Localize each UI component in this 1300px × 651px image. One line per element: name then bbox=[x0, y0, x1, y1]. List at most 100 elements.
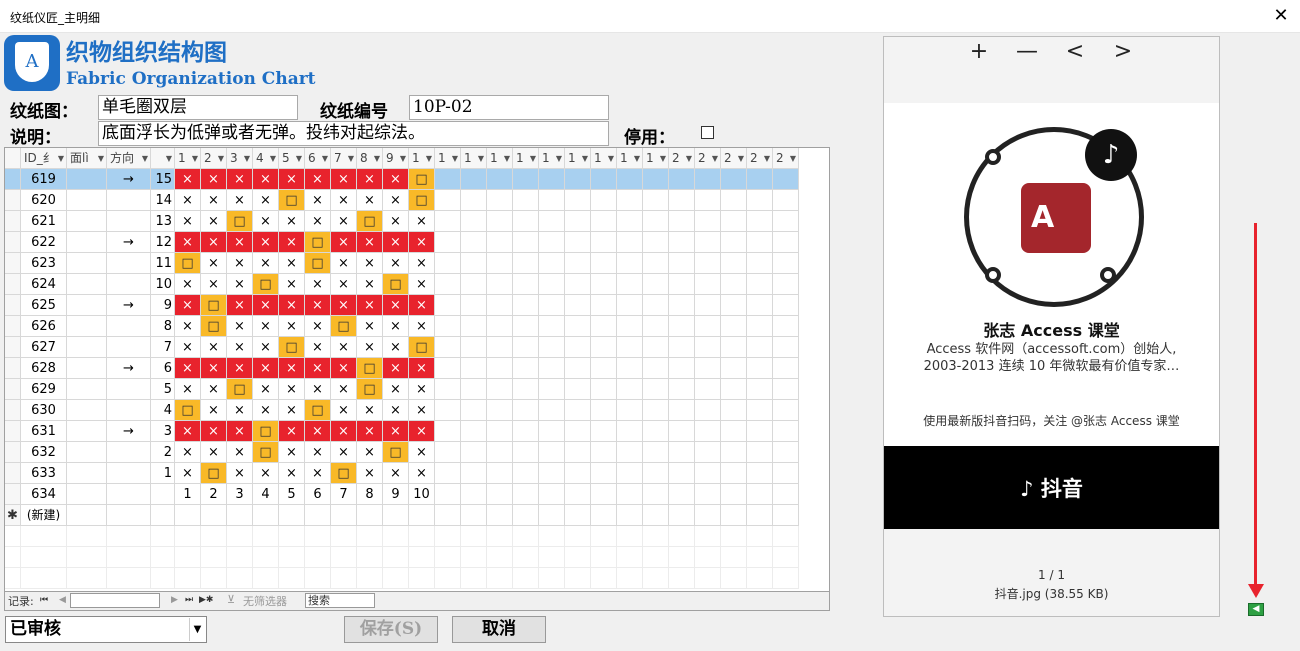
weave-cell[interactable] bbox=[591, 232, 617, 253]
table-row[interactable]: 628 → 6 × × × × × × × □ × × bbox=[5, 358, 799, 379]
weave-cell[interactable] bbox=[591, 253, 617, 274]
column-header[interactable]: 6 ▼ bbox=[305, 148, 331, 169]
weave-cell[interactable]: × bbox=[279, 232, 305, 253]
weave-cell[interactable]: × bbox=[201, 253, 227, 274]
weave-cell[interactable]: □ bbox=[227, 379, 253, 400]
direction-cell[interactable] bbox=[107, 463, 151, 484]
weave-cell[interactable] bbox=[773, 169, 799, 190]
weave-cell[interactable] bbox=[461, 169, 487, 190]
weave-cell[interactable]: × bbox=[253, 316, 279, 337]
weave-cell[interactable] bbox=[643, 484, 669, 505]
weave-cell[interactable]: × bbox=[253, 253, 279, 274]
weave-cell[interactable]: × bbox=[201, 232, 227, 253]
row-number-cell[interactable]: 11 bbox=[151, 253, 175, 274]
id-cell[interactable]: 627 bbox=[21, 337, 67, 358]
empty-cell[interactable] bbox=[435, 505, 461, 526]
weave-cell[interactable] bbox=[565, 484, 591, 505]
column-dropdown-icon[interactable]: ▼ bbox=[142, 148, 148, 168]
weave-cell[interactable] bbox=[513, 211, 539, 232]
weave-cell[interactable]: × bbox=[227, 190, 253, 211]
weave-cell[interactable] bbox=[591, 295, 617, 316]
weave-cell[interactable]: × bbox=[409, 232, 435, 253]
weave-cell[interactable] bbox=[513, 442, 539, 463]
column-dropdown-icon[interactable]: ▼ bbox=[348, 148, 354, 168]
column-header[interactable]: 2 ▼ bbox=[747, 148, 773, 169]
weave-cell[interactable]: × bbox=[331, 253, 357, 274]
weave-cell[interactable] bbox=[747, 421, 773, 442]
weave-cell[interactable]: × bbox=[383, 358, 409, 379]
empty-cell[interactable] bbox=[253, 505, 279, 526]
table-row[interactable]: 622 → 12 × × × × × □ × × × × bbox=[5, 232, 799, 253]
weave-cell[interactable]: × bbox=[409, 379, 435, 400]
weave-cell[interactable] bbox=[695, 274, 721, 295]
weave-cell[interactable]: × bbox=[305, 316, 331, 337]
column-dropdown-icon[interactable]: ▼ bbox=[504, 148, 510, 168]
weave-cell[interactable]: 2 bbox=[201, 484, 227, 505]
next-image-icon[interactable]: > bbox=[1108, 39, 1138, 65]
row-selector[interactable] bbox=[5, 169, 21, 190]
weave-cell[interactable] bbox=[643, 337, 669, 358]
row-number-cell[interactable]: 8 bbox=[151, 316, 175, 337]
filter-icon[interactable]: ⊻ bbox=[227, 593, 235, 606]
weave-cell[interactable]: □ bbox=[305, 253, 331, 274]
weave-cell[interactable]: 5 bbox=[279, 484, 305, 505]
column-header[interactable]: 2 ▼ bbox=[773, 148, 799, 169]
column-header[interactable]: 1 ▼ bbox=[591, 148, 617, 169]
weave-cell[interactable] bbox=[669, 463, 695, 484]
weave-cell[interactable]: 4 bbox=[253, 484, 279, 505]
weave-cell[interactable] bbox=[591, 274, 617, 295]
weave-cell[interactable] bbox=[461, 295, 487, 316]
weave-cell[interactable]: × bbox=[279, 253, 305, 274]
column-header[interactable]: 1 ▼ bbox=[539, 148, 565, 169]
weave-cell[interactable] bbox=[461, 421, 487, 442]
weave-cell[interactable] bbox=[539, 190, 565, 211]
column-dropdown-icon[interactable]: ▼ bbox=[738, 148, 744, 168]
column-dropdown-icon[interactable]: ▼ bbox=[296, 148, 302, 168]
weave-cell[interactable] bbox=[539, 253, 565, 274]
weave-cell[interactable] bbox=[461, 400, 487, 421]
column-dropdown-icon[interactable]: ▼ bbox=[660, 148, 666, 168]
weave-cell[interactable] bbox=[565, 463, 591, 484]
face-cell[interactable] bbox=[67, 316, 107, 337]
weave-cell[interactable]: × bbox=[279, 358, 305, 379]
weave-cell[interactable] bbox=[539, 379, 565, 400]
weave-cell[interactable] bbox=[721, 190, 747, 211]
weave-cell[interactable]: × bbox=[305, 463, 331, 484]
weave-cell[interactable] bbox=[435, 295, 461, 316]
weave-cell[interactable]: × bbox=[279, 274, 305, 295]
column-dropdown-icon[interactable]: ▼ bbox=[426, 148, 432, 168]
zoom-out-icon[interactable]: — bbox=[1012, 39, 1042, 65]
weave-cell[interactable] bbox=[617, 190, 643, 211]
direction-cell[interactable]: → bbox=[107, 358, 151, 379]
weave-cell[interactable] bbox=[513, 316, 539, 337]
weave-cell[interactable]: □ bbox=[201, 463, 227, 484]
weave-cell[interactable] bbox=[747, 232, 773, 253]
weave-cell[interactable] bbox=[487, 295, 513, 316]
weave-cell[interactable] bbox=[643, 211, 669, 232]
weave-cell[interactable] bbox=[721, 274, 747, 295]
empty-cell[interactable] bbox=[67, 505, 107, 526]
weave-cell[interactable]: × bbox=[357, 400, 383, 421]
weave-cell[interactable]: × bbox=[357, 169, 383, 190]
code-field[interactable]: 10P-02 bbox=[409, 95, 609, 120]
weave-cell[interactable] bbox=[643, 358, 669, 379]
weave-cell[interactable]: × bbox=[305, 190, 331, 211]
direction-cell[interactable] bbox=[107, 316, 151, 337]
weave-cell[interactable] bbox=[591, 358, 617, 379]
table-row[interactable]: 619 → 15 × × × × × × × × × □ bbox=[5, 169, 799, 190]
weave-cell[interactable]: × bbox=[253, 190, 279, 211]
weave-cell[interactable]: × bbox=[383, 400, 409, 421]
weave-cell[interactable] bbox=[721, 232, 747, 253]
column-header[interactable]: 2 ▼ bbox=[201, 148, 227, 169]
direction-cell[interactable] bbox=[107, 484, 151, 505]
weave-cell[interactable] bbox=[487, 337, 513, 358]
weave-cell[interactable]: × bbox=[253, 379, 279, 400]
weave-cell[interactable]: × bbox=[383, 211, 409, 232]
weave-cell[interactable]: × bbox=[409, 274, 435, 295]
weave-cell[interactable]: × bbox=[331, 379, 357, 400]
weave-cell[interactable] bbox=[539, 295, 565, 316]
weave-cell[interactable]: □ bbox=[279, 190, 305, 211]
search-input[interactable]: 搜索 bbox=[305, 593, 375, 608]
empty-cell[interactable] bbox=[201, 505, 227, 526]
row-number-cell[interactable]: 1 bbox=[151, 463, 175, 484]
